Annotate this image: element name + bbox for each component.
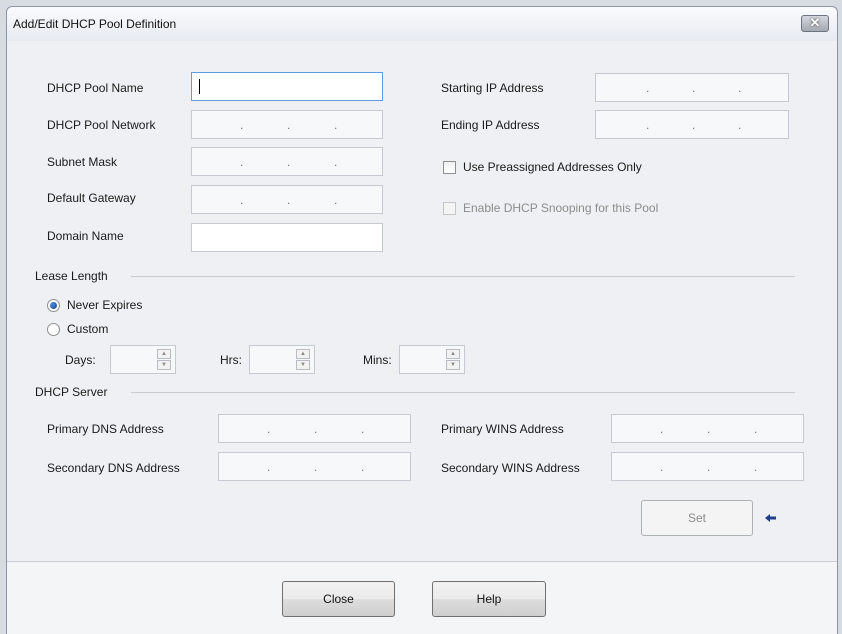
domain-name-input[interactable] xyxy=(191,223,383,252)
ending-ip-field[interactable]: ... xyxy=(595,110,789,139)
close-button[interactable]: Close xyxy=(282,581,395,617)
title-bar[interactable]: Add/Edit DHCP Pool Definition ✕ xyxy=(7,7,837,41)
dialog-footer: Close Help xyxy=(7,562,837,634)
hours-label: Hrs: xyxy=(220,353,242,367)
subnet-mask-label: Subnet Mask xyxy=(47,155,118,169)
pool-network-ip-field[interactable]: ... xyxy=(191,110,383,139)
default-gateway-label: Default Gateway xyxy=(47,191,136,205)
primary-dns-label: Primary DNS Address xyxy=(47,422,164,436)
spin-up-icon[interactable]: ▲ xyxy=(296,349,310,359)
dialog-content: DHCP Pool Name DHCP Pool Network ... Sub… xyxy=(7,41,837,561)
dhcp-server-divider xyxy=(131,392,795,393)
secondary-wins-label: Secondary WINS Address xyxy=(441,461,580,475)
default-gateway-ip-field[interactable]: ... xyxy=(191,185,383,214)
lease-length-divider xyxy=(131,276,795,277)
spin-down-icon[interactable]: ▼ xyxy=(296,360,310,370)
minutes-spinner[interactable]: ▲ ▼ xyxy=(399,345,465,374)
set-button: Set xyxy=(641,500,753,536)
text-caret xyxy=(199,79,200,94)
pool-name-label: DHCP Pool Name xyxy=(47,81,144,95)
primary-wins-ip-field[interactable]: ... xyxy=(611,414,804,443)
starting-ip-label: Starting IP Address xyxy=(441,81,544,95)
hours-spinner[interactable]: ▲ ▼ xyxy=(249,345,315,374)
preassigned-checkbox[interactable] xyxy=(443,161,456,174)
pool-name-input[interactable] xyxy=(191,72,383,101)
preassigned-label: Use Preassigned Addresses Only xyxy=(463,160,642,174)
arrow-left-icon-svg xyxy=(765,514,776,522)
spin-up-icon[interactable]: ▲ xyxy=(446,349,460,359)
days-spinner[interactable]: ▲ ▼ xyxy=(110,345,176,374)
ending-ip-label: Ending IP Address xyxy=(441,118,540,132)
dhcp-snooping-label: Enable DHCP Snooping for this Pool xyxy=(463,201,659,215)
spin-down-icon[interactable]: ▼ xyxy=(446,360,460,370)
lease-length-group-label: Lease Length xyxy=(35,269,108,283)
spin-down-icon[interactable]: ▼ xyxy=(157,360,171,370)
help-button[interactable]: Help xyxy=(432,581,546,617)
days-label: Days: xyxy=(65,353,96,367)
domain-name-label: Domain Name xyxy=(47,229,124,243)
secondary-wins-ip-field[interactable]: ... xyxy=(611,452,804,481)
custom-label: Custom xyxy=(67,322,109,336)
close-window-button[interactable]: ✕ xyxy=(801,15,829,32)
primary-dns-ip-field[interactable]: ... xyxy=(218,414,411,443)
starting-ip-field[interactable]: ... xyxy=(595,73,789,102)
custom-radio[interactable] xyxy=(47,323,60,336)
secondary-dns-ip-field[interactable]: ... xyxy=(218,452,411,481)
minutes-label: Mins: xyxy=(363,353,392,367)
radio-selected-dot xyxy=(50,302,57,309)
primary-wins-label: Primary WINS Address xyxy=(441,422,564,436)
spin-up-icon[interactable]: ▲ xyxy=(157,349,171,359)
secondary-dns-label: Secondary DNS Address xyxy=(47,461,180,475)
dialog-window: Add/Edit DHCP Pool Definition ✕ DHCP Poo… xyxy=(6,6,838,634)
subnet-mask-ip-field[interactable]: ... xyxy=(191,147,383,176)
never-expires-label: Never Expires xyxy=(67,298,143,312)
dhcp-server-group-label: DHCP Server xyxy=(35,385,108,399)
close-icon: ✕ xyxy=(809,15,821,30)
pool-network-label: DHCP Pool Network xyxy=(47,118,156,132)
dhcp-snooping-checkbox xyxy=(443,202,456,215)
dialog-title: Add/Edit DHCP Pool Definition xyxy=(13,17,177,31)
arrow-left-icon xyxy=(765,510,777,526)
never-expires-radio[interactable] xyxy=(47,299,60,312)
